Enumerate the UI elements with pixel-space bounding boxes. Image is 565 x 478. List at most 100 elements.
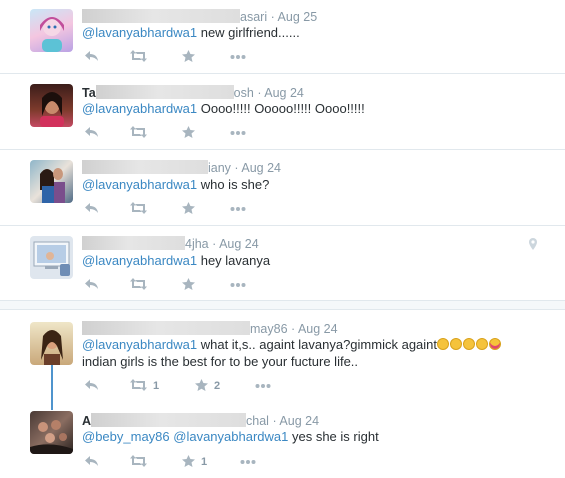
tweet-date[interactable]: · Aug 24 xyxy=(291,322,338,336)
tweet-date[interactable]: · Aug 24 xyxy=(212,237,259,251)
star-icon xyxy=(182,126,195,138)
retweet-button[interactable] xyxy=(130,278,147,292)
redacted-name xyxy=(82,9,240,23)
retweet-button[interactable] xyxy=(130,455,147,469)
reply-icon xyxy=(85,456,98,466)
reply-icon xyxy=(85,203,98,213)
mention-link[interactable]: @lavanyabhardwa1 xyxy=(82,177,197,192)
retweet-button[interactable] xyxy=(130,50,147,64)
more-button[interactable] xyxy=(240,455,256,469)
tweet-header: asari · Aug 25 xyxy=(82,9,317,25)
tweet-date[interactable]: · Aug 24 xyxy=(234,161,281,175)
avatar[interactable] xyxy=(30,84,73,127)
author-handle-suffix[interactable]: iany xyxy=(208,161,231,175)
mention-link[interactable]: @lavanyabhardwa1 xyxy=(82,101,197,116)
mention-link[interactable]: @lavanyabhardwa1 xyxy=(173,429,288,444)
retweet-icon xyxy=(130,202,147,214)
tweet-text-content: new girlfriend...... xyxy=(197,25,300,40)
author-handle-suffix[interactable]: 4jha xyxy=(185,237,209,251)
tweet-text-content: Oooo!!!!! Ooooo!!!!! Oooo!!!!! xyxy=(197,101,365,116)
mention-link[interactable]: @lavanyabhardwa1 xyxy=(82,337,197,352)
reply-button[interactable] xyxy=(85,50,99,64)
mention-link[interactable]: @beby_may86 xyxy=(82,429,170,444)
favorite-button[interactable] xyxy=(182,126,195,140)
more-icon xyxy=(230,131,246,135)
retweet-button[interactable] xyxy=(130,126,147,140)
more-icon xyxy=(230,55,246,59)
author-handle-suffix[interactable]: chal xyxy=(246,414,269,428)
tweet-date[interactable]: · Aug 24 xyxy=(272,414,319,428)
location-pin-icon[interactable] xyxy=(528,238,538,250)
tweet-date[interactable]: · Aug 25 xyxy=(271,10,318,24)
reply-button[interactable] xyxy=(85,379,99,393)
favorite-button[interactable] xyxy=(182,50,195,64)
avatar[interactable] xyxy=(30,411,73,454)
retweet-icon xyxy=(130,379,147,391)
tweet-text: @lavanyabhardwa1 Oooo!!!!! Ooooo!!!!! Oo… xyxy=(82,100,545,117)
favorite-button[interactable]: 1 xyxy=(182,455,207,469)
mention-link[interactable]: @lavanyabhardwa1 xyxy=(82,253,197,268)
tweet[interactable]: asari · Aug 25 @lavanyabhardwa1 new girl… xyxy=(0,0,565,74)
retweet-icon xyxy=(130,278,147,290)
reply-button[interactable] xyxy=(85,278,99,292)
reply-button[interactable] xyxy=(85,202,99,216)
mention-link[interactable]: @lavanyabhardwa1 xyxy=(82,25,197,40)
more-icon xyxy=(230,283,246,287)
more-icon xyxy=(255,384,271,388)
reply-icon xyxy=(85,279,98,289)
reply-icon xyxy=(85,380,98,390)
favorite-count: 1 xyxy=(201,456,208,468)
more-icon xyxy=(240,460,256,464)
tweet-text: @lavanyabhardwa1 hey lavanya xyxy=(82,252,545,269)
more-button[interactable] xyxy=(230,126,246,140)
star-icon xyxy=(182,278,195,290)
more-button[interactable] xyxy=(230,278,246,292)
tweet-text-content: who is she? xyxy=(197,177,270,192)
tweet-text: @lavanyabhardwa1 who is she? xyxy=(82,176,545,193)
tweet-text: @lavanyabhardwa1 what it,s.. againt lava… xyxy=(82,336,545,370)
favorite-button[interactable]: 2 xyxy=(195,379,220,393)
redacted-name xyxy=(91,413,247,427)
avatar[interactable] xyxy=(30,160,73,203)
tweet[interactable]: Achal · Aug 24 @beby_may86 @lavanyabhard… xyxy=(0,403,565,478)
reply-icon xyxy=(85,127,98,137)
tweet-text-content: hey lavanya xyxy=(197,253,271,268)
reply-icon xyxy=(85,51,98,61)
author-name[interactable]: A xyxy=(82,414,91,428)
author-handle-suffix[interactable]: asari xyxy=(240,10,267,24)
reply-button[interactable] xyxy=(85,455,99,469)
tweet-text: @beby_may86 @lavanyabhardwa1 yes she is … xyxy=(82,428,545,445)
tweet[interactable]: iany · Aug 24 @lavanyabhardwa1 who is sh… xyxy=(0,151,565,226)
avatar[interactable] xyxy=(30,9,73,52)
retweet-icon xyxy=(130,455,147,467)
tweet[interactable]: Ta osh · Aug 24 @lavanyabhardwa1 Oooo!!!!… xyxy=(0,75,565,150)
more-button[interactable] xyxy=(230,50,246,64)
avatar[interactable] xyxy=(30,322,73,365)
emoji-laughing xyxy=(437,337,502,352)
conversation-separator xyxy=(0,300,565,310)
tweet[interactable]: 4jha · Aug 24 @lavanyabhardwa1 hey lavan… xyxy=(0,227,565,300)
retweet-button[interactable] xyxy=(130,202,147,216)
more-button[interactable] xyxy=(255,379,271,393)
author-handle-suffix[interactable]: may86 xyxy=(250,322,288,336)
tweet-header: may86 · Aug 24 xyxy=(82,321,338,337)
redacted-name xyxy=(82,236,185,250)
tweet-text-line2: indian girls is the best for to be your … xyxy=(82,354,359,369)
retweet-count: 1 xyxy=(153,380,160,392)
tweet[interactable]: may86 · Aug 24 @lavanyabhardwa1 what it,… xyxy=(0,311,565,403)
more-button[interactable] xyxy=(230,202,246,216)
author-handle-suffix[interactable]: osh xyxy=(234,86,254,100)
reply-button[interactable] xyxy=(85,126,99,140)
favorite-button[interactable] xyxy=(182,202,195,216)
tweet-date[interactable]: · Aug 24 xyxy=(257,86,304,100)
tweet-header: 4jha · Aug 24 xyxy=(82,236,259,252)
tweet-text-content: what it,s.. againt lavanya?gimmick again… xyxy=(197,337,438,352)
more-icon xyxy=(230,207,246,211)
star-icon xyxy=(182,50,195,62)
avatar[interactable] xyxy=(30,236,73,279)
redacted-name xyxy=(82,160,208,174)
favorite-button[interactable] xyxy=(182,278,195,292)
retweet-button[interactable]: 1 xyxy=(130,379,159,393)
author-name[interactable]: Ta xyxy=(82,86,96,100)
favorite-count: 2 xyxy=(214,380,221,392)
